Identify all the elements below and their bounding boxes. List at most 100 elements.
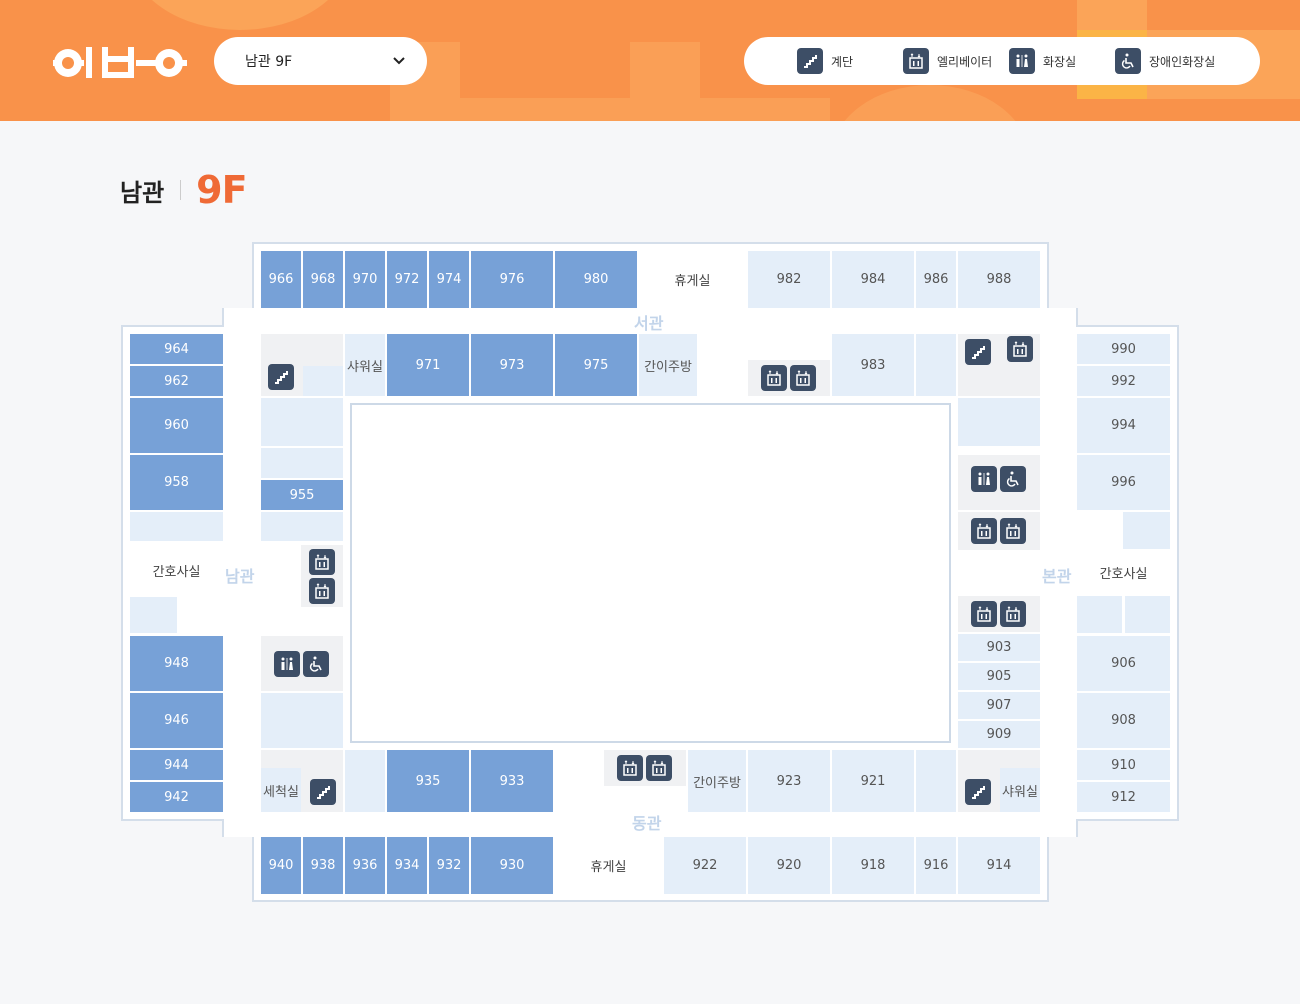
room-unlabeled[interactable]: [130, 597, 177, 633]
elevator-icon[interactable]: [646, 755, 672, 781]
nurse-station-right[interactable]: 간호사실: [1077, 551, 1170, 593]
room-974[interactable]: 974: [429, 251, 469, 308]
room-955[interactable]: 955: [261, 480, 343, 510]
room-948[interactable]: 948: [130, 636, 223, 691]
stairs-icon[interactable]: [965, 339, 991, 365]
room-970[interactable]: 970: [345, 251, 385, 308]
washroom[interactable]: 세척실: [261, 768, 301, 812]
room-unlabeled[interactable]: [1123, 512, 1170, 549]
room-975[interactable]: 975: [555, 334, 637, 396]
room-920[interactable]: 920: [748, 837, 830, 894]
room-unlabeled[interactable]: [1125, 596, 1170, 633]
room-unlabeled[interactable]: [261, 512, 343, 541]
lounge-bottom[interactable]: 휴게실: [556, 837, 661, 894]
header-decoration: [830, 85, 1030, 121]
room-966[interactable]: 966: [261, 251, 301, 308]
shower-room-bottom[interactable]: 샤워실: [1000, 768, 1040, 812]
elevator-icon[interactable]: [1007, 336, 1033, 362]
chevron-down-icon: [393, 57, 405, 65]
room-960[interactable]: 960: [130, 398, 223, 453]
room-unlabeled[interactable]: [261, 693, 343, 748]
restroom-icon[interactable]: [971, 466, 997, 492]
restroom-icon[interactable]: [274, 651, 300, 677]
room-972[interactable]: 972: [387, 251, 427, 308]
room-921[interactable]: 921: [832, 750, 914, 812]
elevator-icon[interactable]: [617, 755, 643, 781]
room-958[interactable]: 958: [130, 455, 223, 510]
room-unlabeled[interactable]: [303, 366, 343, 396]
room-990[interactable]: 990: [1077, 334, 1170, 364]
elevator-icon[interactable]: [309, 549, 335, 575]
room-unlabeled[interactable]: [261, 398, 343, 446]
room-944[interactable]: 944: [130, 750, 223, 780]
room-986[interactable]: 986: [916, 251, 956, 308]
room-907[interactable]: 907: [958, 692, 1040, 719]
room-984[interactable]: 984: [832, 251, 914, 308]
kitchenette-bottom[interactable]: 간이주방: [688, 750, 746, 812]
room-909[interactable]: 909: [958, 721, 1040, 748]
title-floor: 9F: [196, 168, 247, 212]
room-unlabeled[interactable]: [345, 750, 385, 812]
room-992[interactable]: 992: [1077, 366, 1170, 396]
room-976[interactable]: 976: [471, 251, 553, 308]
room-962[interactable]: 962: [130, 366, 223, 396]
room-916[interactable]: 916: [916, 837, 956, 894]
kitchenette-top[interactable]: 간이주방: [639, 334, 697, 396]
room-unlabeled[interactable]: [1077, 596, 1122, 633]
room-912[interactable]: 912: [1077, 782, 1170, 812]
shower-room-top[interactable]: 샤워실: [345, 334, 385, 396]
room-983[interactable]: 983: [832, 334, 914, 396]
elevator-icon[interactable]: [761, 365, 787, 391]
room-942[interactable]: 942: [130, 782, 223, 812]
room-946[interactable]: 946: [130, 693, 223, 748]
elevator-icon[interactable]: [971, 601, 997, 627]
room-914[interactable]: 914: [958, 837, 1040, 894]
room-918[interactable]: 918: [832, 837, 914, 894]
stairs-icon[interactable]: [268, 364, 294, 390]
room-unlabeled[interactable]: [261, 448, 343, 478]
room-936[interactable]: 936: [345, 837, 385, 894]
room-905[interactable]: 905: [958, 663, 1040, 690]
elevator-icon[interactable]: [790, 365, 816, 391]
room-923[interactable]: 923: [748, 750, 830, 812]
room-982[interactable]: 982: [748, 251, 830, 308]
room-935[interactable]: 935: [387, 750, 469, 812]
room-940[interactable]: 940: [261, 837, 301, 894]
room-910[interactable]: 910: [1077, 750, 1170, 780]
legend-bar: 계단 엘리베이터 화장실 장애인화장실: [744, 37, 1260, 85]
room-988[interactable]: 988: [958, 251, 1040, 308]
room-922[interactable]: 922: [664, 837, 746, 894]
room-968[interactable]: 968: [303, 251, 343, 308]
elevator-icon[interactable]: [1000, 518, 1026, 544]
room-unlabeled[interactable]: [958, 398, 1040, 446]
room-938[interactable]: 938: [303, 837, 343, 894]
room-973[interactable]: 973: [471, 334, 553, 396]
room-996[interactable]: 996: [1077, 455, 1170, 510]
room-933[interactable]: 933: [471, 750, 553, 812]
lounge-top[interactable]: 휴게실: [640, 251, 745, 308]
nurse-station-left[interactable]: 간호사실: [130, 545, 223, 595]
elevator-icon[interactable]: [309, 578, 335, 604]
room-unlabeled[interactable]: [916, 334, 956, 396]
room-unlabeled[interactable]: [916, 750, 956, 812]
stairs-icon[interactable]: [310, 779, 336, 805]
room-994[interactable]: 994: [1077, 398, 1170, 453]
accessible-restroom-icon[interactable]: [303, 651, 329, 677]
room-964[interactable]: 964: [130, 334, 223, 364]
hospital-logo[interactable]: [50, 42, 190, 82]
legend-label: 장애인화장실: [1149, 54, 1216, 69]
room-930[interactable]: 930: [471, 837, 553, 894]
room-971[interactable]: 971: [387, 334, 469, 396]
floor-select-dropdown[interactable]: 남관 9F: [214, 37, 427, 85]
elevator-icon[interactable]: [971, 518, 997, 544]
room-906[interactable]: 906: [1077, 636, 1170, 691]
room-932[interactable]: 932: [429, 837, 469, 894]
room-903[interactable]: 903: [958, 634, 1040, 661]
room-980[interactable]: 980: [555, 251, 637, 308]
elevator-icon[interactable]: [1000, 601, 1026, 627]
room-unlabeled[interactable]: [130, 512, 223, 541]
room-908[interactable]: 908: [1077, 693, 1170, 748]
room-934[interactable]: 934: [387, 837, 427, 894]
accessible-restroom-icon[interactable]: [1000, 466, 1026, 492]
stairs-icon[interactable]: [965, 779, 991, 805]
